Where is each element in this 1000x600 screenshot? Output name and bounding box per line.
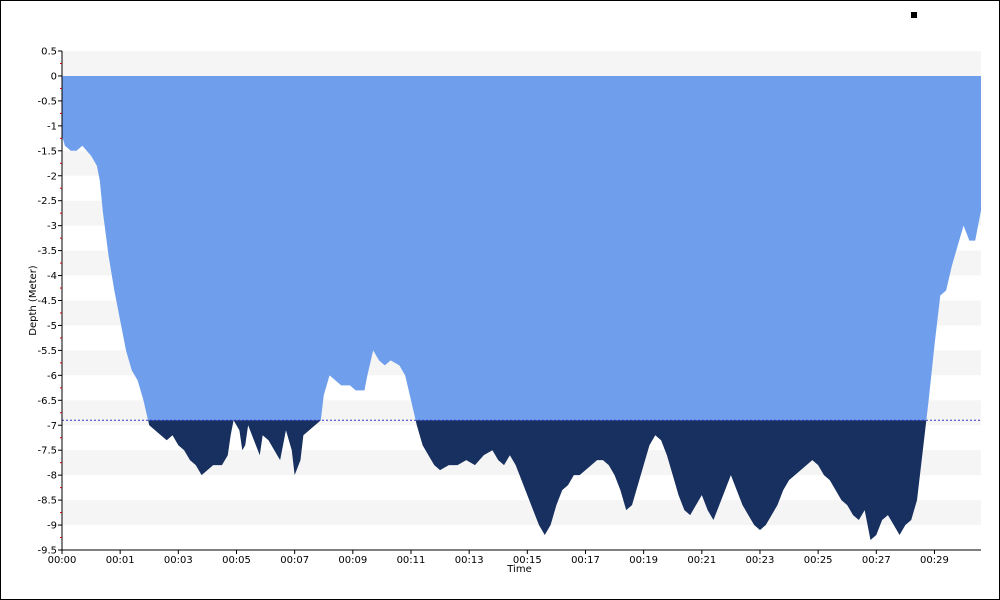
- depth-profile-chart: 0.5 0 -0.5 -1 -1.5 -2 -2.5 -3 -3.5 -4 -4.5 -5 -5.5 -6…: [28, 12, 981, 575]
- y-tick-label: 0.5: [41, 47, 57, 58]
- x-tick-label: 00:11: [397, 555, 426, 566]
- y-tick-label: -3: [47, 221, 57, 232]
- x-tick-label: 00:29: [920, 555, 949, 566]
- x-axis-ticks: 00:00 00:01 00:03 00:05 00:07 00:09 00:11 00:13…: [48, 550, 949, 566]
- x-tick-label: 00:00: [48, 555, 77, 566]
- x-tick-label: 00:21: [687, 555, 716, 566]
- y-tick-label: -5.5: [37, 346, 57, 357]
- y-tick-label: -9: [47, 521, 57, 532]
- grid-band: [62, 500, 981, 526]
- chart-frame: 0.5 0 -0.5 -1 -1.5 -2 -2.5 -3 -3.5 -4 -4.5 -5 -5.5 -6…: [0, 0, 1000, 600]
- x-tick-label: 00:19: [629, 555, 658, 566]
- y-tick-label: -5: [47, 321, 57, 332]
- legend-marker: [911, 12, 917, 18]
- y-tick-label: -1: [47, 121, 57, 132]
- y-tick-label: -1.5: [37, 146, 57, 157]
- x-tick-label: 00:13: [455, 555, 484, 566]
- y-tick-label: -8.5: [37, 496, 57, 507]
- x-tick-label: 00:09: [338, 555, 367, 566]
- y-tick-label: -4: [47, 271, 57, 282]
- y-axis-title: Depth (Meter): [28, 265, 39, 336]
- x-tick-label: 00:01: [106, 555, 135, 566]
- x-axis-title: Time: [506, 564, 531, 575]
- y-tick-label: -8: [47, 471, 57, 482]
- y-tick-label: 0: [51, 71, 57, 82]
- y-tick-label: -0.5: [37, 96, 57, 107]
- x-tick-label: 00:07: [280, 555, 309, 566]
- x-tick-label: 00:03: [164, 555, 193, 566]
- y-tick-label: -2: [47, 171, 57, 182]
- x-tick-label: 00:17: [571, 555, 600, 566]
- y-tick-label: -6: [47, 371, 57, 382]
- y-tick-label: -2.5: [37, 196, 57, 207]
- x-tick-label: 00:05: [222, 555, 251, 566]
- y-tick-label: -7: [47, 421, 57, 432]
- grid-band: [62, 51, 981, 76]
- y-tick-label: -4.5: [37, 296, 57, 307]
- x-tick-label: 00:25: [804, 555, 833, 566]
- y-tick-label: -6.5: [37, 396, 57, 407]
- y-tick-label: -7.5: [37, 446, 57, 457]
- x-tick-label: 00:23: [746, 555, 775, 566]
- y-tick-label: -3.5: [37, 246, 57, 257]
- y-axis-ticks: 0.5 0 -0.5 -1 -1.5 -2 -2.5 -3 -3.5 -4 -4.5 -5 -5.5 -6…: [37, 47, 62, 557]
- x-tick-label: 00:27: [862, 555, 891, 566]
